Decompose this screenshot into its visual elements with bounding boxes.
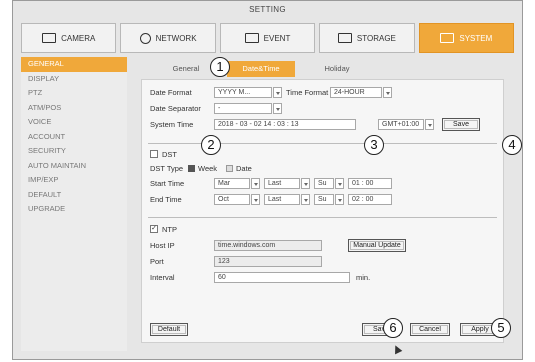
window-title: SETTING: [249, 5, 286, 14]
callout-marker-3: 3: [364, 135, 384, 155]
sidebar-item-atm-pos[interactable]: ATM/POS: [21, 101, 127, 116]
time-format-select[interactable]: 24-HOUR: [330, 87, 382, 98]
tab-camera-label: CAMERA: [61, 33, 96, 43]
dst-type-week-label: Week: [198, 164, 218, 173]
end-time-label: End Time: [150, 195, 182, 204]
event-icon: [244, 33, 259, 43]
chevron-down-icon[interactable]: [335, 194, 344, 205]
start-day-select[interactable]: Su: [314, 178, 334, 189]
dst-type-date-radio[interactable]: [226, 165, 233, 172]
sidebar-item-imp-exp[interactable]: IMP/EXP: [21, 173, 127, 188]
settings-window: SETTING CAMERA NETWORK EVENT STORAGE SYS…: [12, 0, 523, 360]
chevron-down-icon[interactable]: [273, 87, 282, 98]
system-time-input[interactable]: 2018 - 03 - 02 14 : 03 : 13: [214, 119, 356, 130]
port-input[interactable]: 123: [214, 256, 322, 267]
sidebar-item-auto-maintain[interactable]: AUTO MAINTAIN: [21, 159, 127, 174]
end-week-select[interactable]: Last: [264, 194, 300, 205]
port-label: Port: [150, 257, 164, 266]
date-separator-select[interactable]: -: [214, 103, 272, 114]
chevron-down-icon[interactable]: [251, 194, 260, 205]
sub-tabs: General Date&Time Holiday: [131, 61, 514, 77]
sidebar-item-general[interactable]: GENERAL: [21, 57, 127, 72]
system-icon: [440, 33, 455, 43]
end-day-select[interactable]: Su: [314, 194, 334, 205]
camera-icon: [42, 33, 57, 43]
tab-event[interactable]: EVENT: [219, 23, 316, 53]
sidebar-item-voice[interactable]: VOICE: [21, 115, 127, 130]
sidebar-item-upgrade[interactable]: UPGRADE: [21, 202, 127, 217]
subtab-holiday[interactable]: Holiday: [309, 61, 365, 77]
save-time-button[interactable]: Save: [442, 118, 480, 131]
start-month-select[interactable]: Mar: [214, 178, 250, 189]
system-time-label: System Time: [150, 120, 194, 129]
date-format-select[interactable]: YYYY M...: [214, 87, 272, 98]
subtab-general[interactable]: General: [161, 61, 211, 77]
dst-label: DST: [162, 150, 177, 159]
sidebar-item-display[interactable]: DISPLAY: [21, 72, 127, 87]
network-icon: [139, 32, 151, 44]
time-format-label: Time Format: [286, 88, 329, 97]
dst-type-label: DST Type: [150, 164, 184, 173]
start-week-select[interactable]: Last: [264, 178, 300, 189]
sidebar: GENERAL DISPLAY PTZ ATM/POS VOICE ACCOUN…: [21, 57, 127, 351]
callout-marker-6: 6: [383, 318, 403, 338]
ntp-checkbox[interactable]: ✓: [150, 225, 158, 233]
tab-camera[interactable]: CAMERA: [21, 23, 117, 53]
subtab-date-time[interactable]: Date&Time: [227, 61, 295, 77]
sidebar-item-ptz[interactable]: PTZ: [21, 86, 127, 101]
callout-marker-4: 4: [502, 135, 522, 155]
dst-checkbox[interactable]: [150, 150, 158, 158]
tab-event-label: EVENT: [263, 33, 291, 43]
top-tabs: CAMERA NETWORK EVENT STORAGE SYSTEM: [21, 23, 515, 53]
tab-storage-label: STORAGE: [356, 33, 396, 43]
callout-marker-1: 1: [210, 57, 230, 77]
dst-type-week-radio[interactable]: [188, 165, 195, 172]
chevron-down-icon[interactable]: [301, 194, 310, 205]
interval-input[interactable]: 60: [214, 272, 350, 283]
chevron-down-icon[interactable]: [425, 119, 434, 130]
chevron-down-icon[interactable]: [251, 178, 260, 189]
date-format-label: Date Format: [150, 88, 192, 97]
interval-unit: min.: [356, 273, 371, 282]
sidebar-item-default[interactable]: DEFAULT: [21, 188, 127, 203]
tab-system[interactable]: SYSTEM: [418, 23, 515, 53]
cancel-button[interactable]: Cancel: [410, 323, 450, 336]
default-button[interactable]: Default: [150, 323, 188, 336]
callout-marker-5: 5: [491, 318, 511, 338]
dst-type-date-label: Date: [236, 164, 252, 173]
storage-icon: [337, 33, 352, 43]
callout-marker-2: 2: [201, 135, 221, 155]
chevron-down-icon[interactable]: [273, 103, 282, 114]
main-content: General Date&Time Holiday Date Format YY…: [131, 57, 514, 351]
host-ip-label: Host IP: [150, 241, 175, 250]
tab-storage[interactable]: STORAGE: [319, 23, 415, 53]
host-ip-input[interactable]: time.windows.com: [214, 240, 322, 251]
tab-system-label: SYSTEM: [459, 33, 493, 43]
chevron-down-icon[interactable]: [301, 178, 310, 189]
tab-network[interactable]: NETWORK: [120, 23, 216, 53]
manual-update-button[interactable]: Manual Update: [348, 239, 406, 252]
date-separator-label: Date Separator: [150, 104, 201, 113]
tab-network-label: NETWORK: [155, 33, 197, 43]
interval-label: Interval: [150, 273, 175, 282]
end-month-select[interactable]: Oct: [214, 194, 250, 205]
gmt-select[interactable]: GMT+01:00: [378, 119, 424, 130]
ntp-label: NTP: [162, 225, 177, 234]
end-time-input[interactable]: 02 : 00: [348, 194, 392, 205]
chevron-down-icon[interactable]: [383, 87, 392, 98]
chevron-down-icon[interactable]: [335, 178, 344, 189]
start-time-input[interactable]: 01 : 00: [348, 178, 392, 189]
sidebar-item-security[interactable]: SECURITY: [21, 144, 127, 159]
sidebar-item-account[interactable]: ACCOUNT: [21, 130, 127, 145]
start-time-label: Start Time: [150, 179, 185, 188]
date-time-panel: Date Format YYYY M... Time Format 24-HOU…: [141, 79, 504, 343]
divider: [148, 217, 497, 218]
